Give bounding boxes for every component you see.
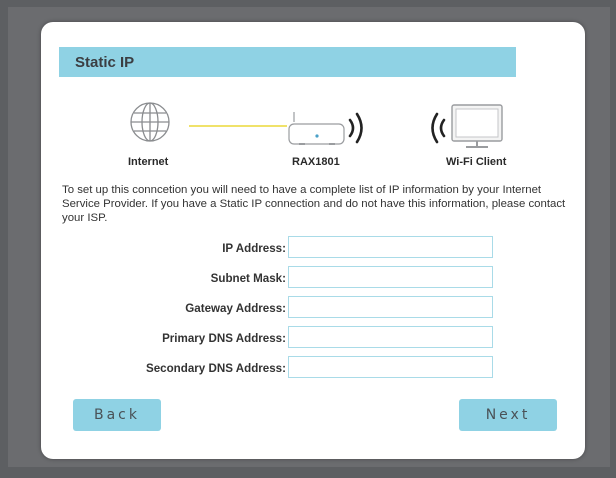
- subnet-mask-row: Subnet Mask:: [41, 266, 585, 292]
- ip-address-field[interactable]: [288, 236, 493, 258]
- subnet-mask-field[interactable]: [288, 266, 493, 288]
- globe-icon: [130, 102, 170, 142]
- secondary-dns-row: Secondary DNS Address:: [41, 356, 585, 382]
- secondary-dns-field[interactable]: [288, 356, 493, 378]
- monitor-icon: [451, 104, 503, 148]
- client-label: Wi-Fi Client: [446, 156, 507, 168]
- title-bar: Static IP: [59, 47, 516, 77]
- back-button[interactable]: Back: [73, 399, 161, 431]
- wifi-signal-icon: [431, 112, 446, 144]
- subnet-mask-label: Subnet Mask:: [210, 272, 286, 285]
- instructions-text: To set up this conncetion you will need …: [62, 184, 566, 224]
- wifi-signal-icon: [348, 112, 363, 144]
- primary-dns-field[interactable]: [288, 326, 493, 348]
- connection-diagram: Internet RAX1801 Wi-Fi Client: [41, 94, 585, 174]
- secondary-dns-label: Secondary DNS Address:: [145, 362, 286, 375]
- gateway-address-field[interactable]: [288, 296, 493, 318]
- primary-dns-row: Primary DNS Address:: [41, 326, 585, 352]
- gateway-address-row: Gateway Address:: [41, 296, 585, 322]
- internet-label: Internet: [128, 156, 169, 168]
- setup-wizard-panel: Static IP Internet RAX1801 Wi-Fi Client …: [41, 22, 585, 459]
- primary-dns-label: Primary DNS Address:: [162, 332, 286, 345]
- router-label: RAX1801: [292, 156, 340, 168]
- router-icon: [288, 112, 345, 145]
- next-button[interactable]: Next: [459, 399, 557, 431]
- ip-address-label: IP Address:: [222, 242, 286, 255]
- ip-address-row: IP Address:: [41, 236, 585, 262]
- page-title: Static IP: [75, 54, 135, 71]
- gateway-address-label: Gateway Address:: [185, 302, 286, 315]
